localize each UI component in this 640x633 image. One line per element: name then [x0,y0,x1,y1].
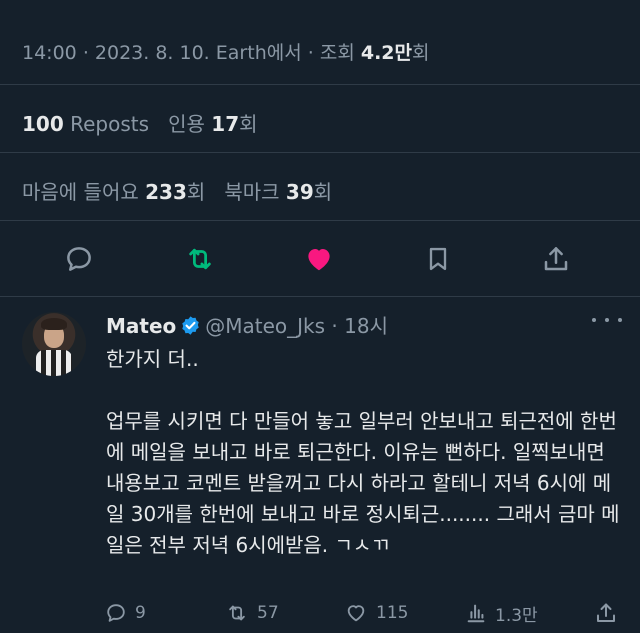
divider [0,152,640,153]
views-count: 1.3만 [495,605,538,626]
bookmarks-label: 북마크 [224,180,280,204]
likes-label: 마음에 들어요 [22,180,139,204]
analytics-icon [467,604,485,623]
divider [0,220,640,221]
quotes-count: 17 [211,112,240,136]
repost-icon [229,605,245,621]
avatar[interactable] [22,312,86,376]
share-icon [597,603,615,622]
tweet-meta: 14:00 · 2023. 8. 10. Earth에서 · 조회 4.2만회 [22,42,430,64]
reposts-label: Reposts [70,112,150,136]
tweet-action-bar [0,236,640,282]
like-count: 115 [376,603,409,623]
views-suffix: 회 [412,42,430,64]
likes-link[interactable]: 마음에 들어요 233회 [22,180,205,204]
reposts-link[interactable]: 100 Reposts [22,112,149,136]
reply-icon [67,247,91,271]
heart-outline-icon [347,605,365,622]
divider [0,296,640,297]
tweet-age[interactable]: 18시 [344,314,388,338]
tweet-date[interactable]: 2023. 8. 10. [95,42,210,64]
quotes-label: 인용 [168,112,205,136]
reply-icon [107,604,125,622]
bookmark-button[interactable] [415,236,461,282]
likes-count: 233 [145,180,187,204]
user-handle[interactable]: @Mateo_Jks [205,314,325,338]
bookmark-icon [429,247,447,271]
quotes-link[interactable]: 인용 17회 [168,112,257,136]
verified-badge-icon[interactable] [180,315,201,336]
reply-action-bar: 9 57 115 1.3만 [0,598,640,628]
reply-header: Mateo @Mateo_Jks · 18시 [106,314,388,338]
like-count-button[interactable]: 115 [344,598,408,628]
views-count-button[interactable]: 1.3만 [465,598,538,628]
repost-count: 57 [257,603,279,623]
divider [0,84,640,85]
repost-icon [189,248,211,270]
views-label: 조회 [319,42,355,64]
reply-button[interactable] [56,236,102,282]
tweet-source: Earth에서 [215,42,302,64]
tweet-time: 14:00 [22,42,77,64]
views-count: 4.2만 [360,42,412,64]
share-icon [544,247,568,271]
reply-count: 9 [135,603,146,623]
user-name[interactable]: Mateo [106,314,176,338]
heart-icon [308,249,330,271]
reply-text: 한가지 더.. 업무를 시키면 다 만들어 놓고 일부러 안보내고 퇴근전에 한… [106,347,620,557]
stats-row-reposts: 100 Reposts 인용 17회 [22,108,258,137]
stats-row-likes: 마음에 들어요 233회 북마크 39회 [22,176,332,205]
repost-count-button[interactable]: 57 [225,598,279,628]
like-button[interactable] [296,236,342,282]
more-options-icon[interactable] [592,310,622,330]
reposts-count: 100 [22,112,64,136]
share-button[interactable] [533,236,579,282]
share-button[interactable] [594,598,626,628]
repost-button[interactable] [177,236,223,282]
reply-count-button[interactable]: 9 [105,598,146,628]
bookmarks-count: 39 [285,180,314,204]
bookmarks-link[interactable]: 북마크 39회 [224,180,332,204]
